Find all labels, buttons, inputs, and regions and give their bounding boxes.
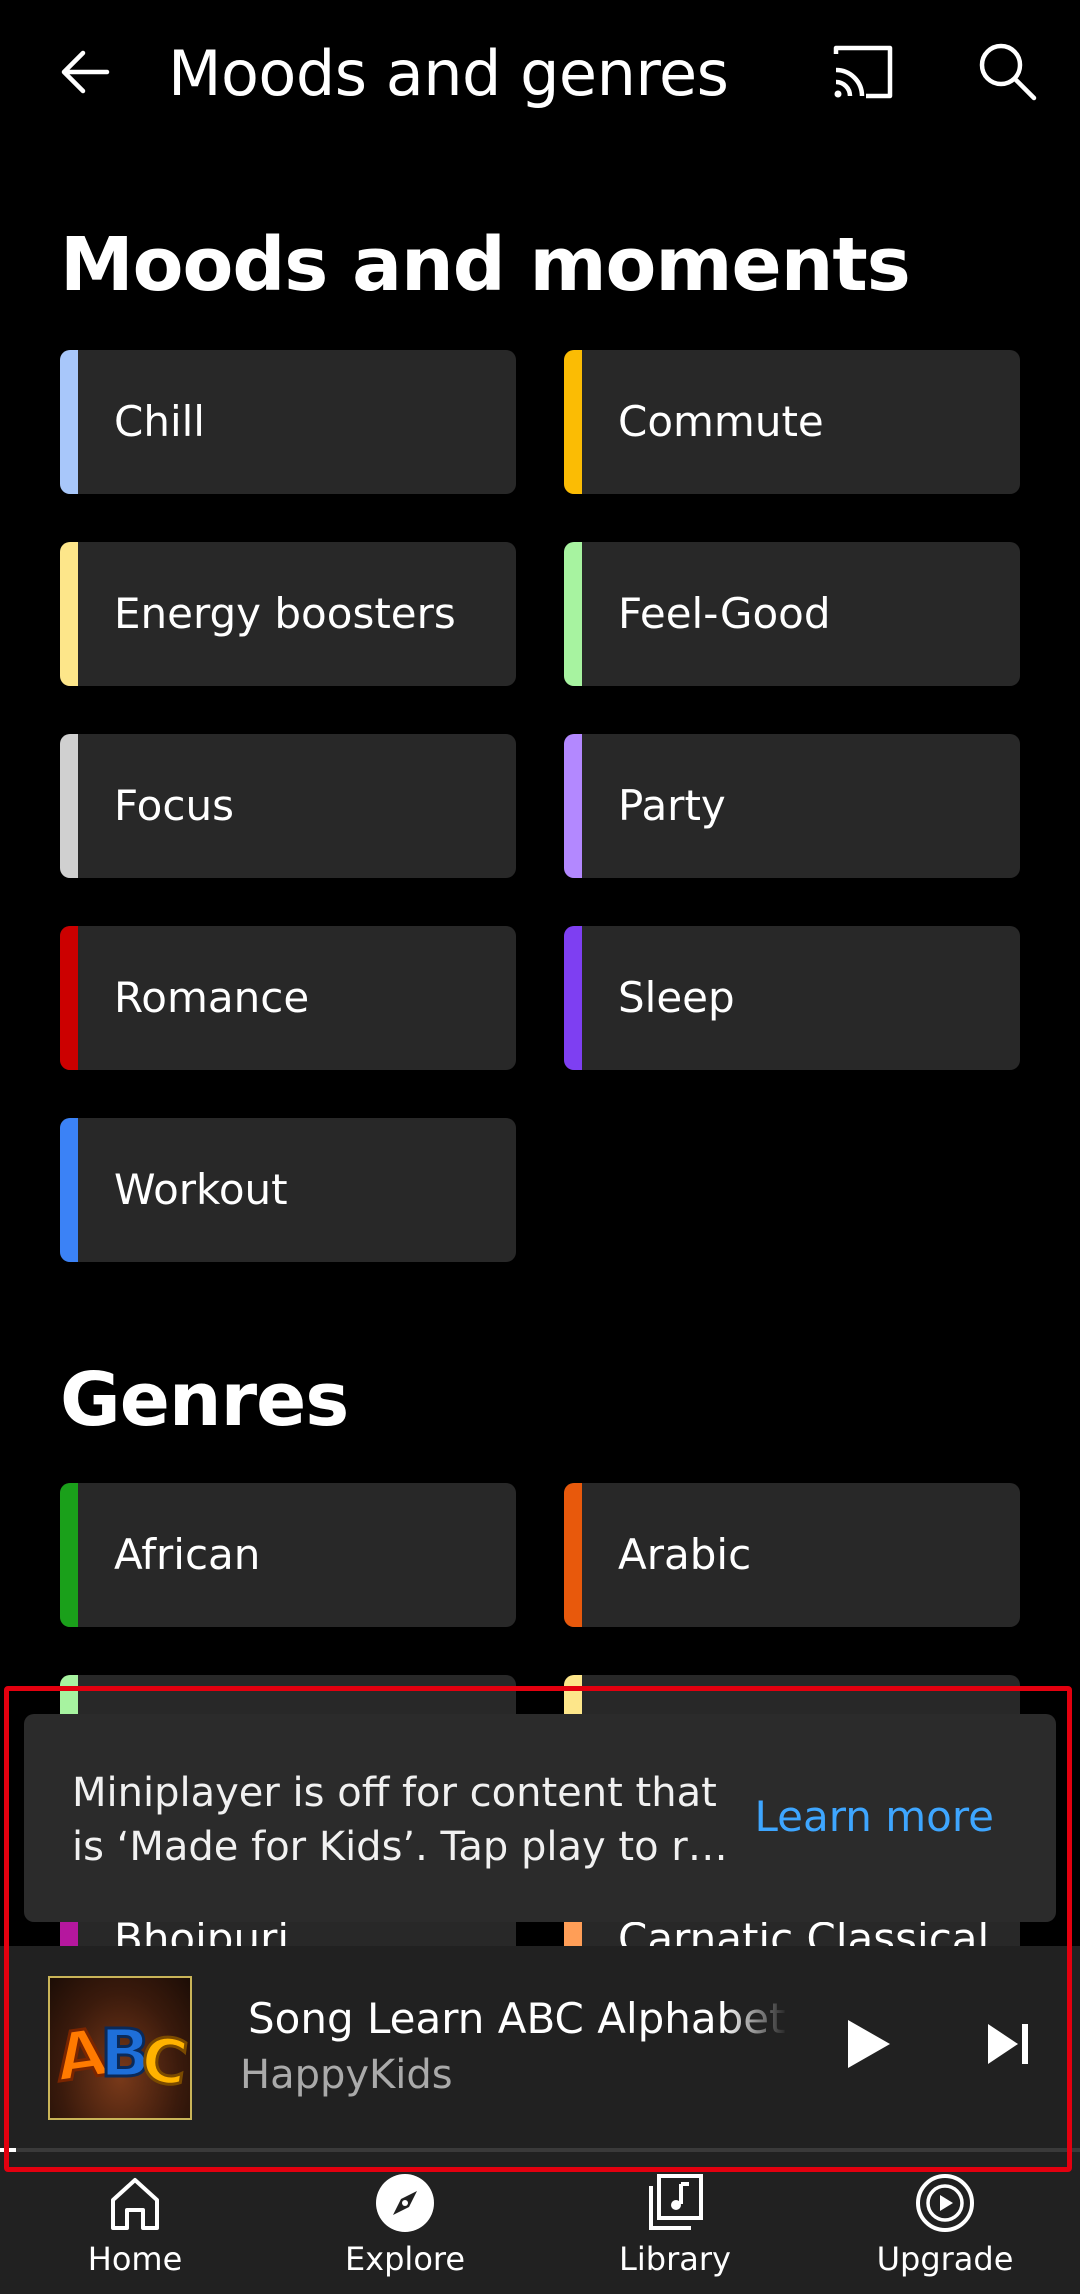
toast-message: Miniplayer is off for content that is ‘M… xyxy=(72,1766,732,1874)
tile-color-bar xyxy=(60,734,78,878)
app-bar: Moods and genres xyxy=(0,0,1080,150)
tile-color-bar xyxy=(60,1483,78,1627)
tile-color-bar xyxy=(564,926,582,1070)
genres-section-heading: Genres xyxy=(60,1357,349,1443)
nav-library-label: Library xyxy=(619,2240,731,2278)
nav-explore-label: Explore xyxy=(344,2240,466,2278)
nav-home-label: Home xyxy=(87,2240,183,2278)
play-icon[interactable] xyxy=(842,2016,894,2072)
page-title: Moods and genres xyxy=(168,37,729,110)
miniplayer-off-toast: Miniplayer is off for content that is ‘M… xyxy=(24,1714,1056,1922)
genre-tile-african[interactable]: African xyxy=(60,1483,516,1627)
tile-label: Romance xyxy=(114,973,310,1022)
skip-next-icon[interactable] xyxy=(984,2020,1034,2068)
tile-label: Commute xyxy=(618,397,824,446)
tile-label: Arabic xyxy=(618,1530,752,1579)
tile-label: African xyxy=(114,1530,261,1579)
tile-color-bar xyxy=(564,542,582,686)
tile-label: Workout xyxy=(114,1165,288,1214)
nav-upgrade-label: Upgrade xyxy=(876,2240,1014,2278)
toast-message-line2: is ‘Made for Kids’. Tap play to r… xyxy=(72,1824,728,1870)
nav-library[interactable]: Library xyxy=(540,2152,810,2294)
home-icon xyxy=(111,2178,159,2230)
mood-tile-workout[interactable]: Workout xyxy=(60,1118,516,1262)
bottom-navigation: Home Explore Library Upgrade xyxy=(0,2152,1080,2294)
tile-color-bar xyxy=(60,350,78,494)
tile-color-bar xyxy=(60,542,78,686)
mood-tile-feel-good[interactable]: Feel-Good xyxy=(564,542,1020,686)
tile-label: Focus xyxy=(114,781,234,830)
tile-label: Chill xyxy=(114,397,205,446)
tile-label: Sleep xyxy=(618,973,735,1022)
mood-tile-commute[interactable]: Commute xyxy=(564,350,1020,494)
learn-more-link[interactable]: Learn more xyxy=(754,1792,994,1841)
nav-home[interactable]: Home xyxy=(0,2152,270,2294)
tile-label: Energy boosters xyxy=(114,589,456,638)
tile-color-bar xyxy=(60,926,78,1070)
tile-color-bar xyxy=(564,350,582,494)
tile-color-bar xyxy=(564,734,582,878)
back-arrow-icon[interactable] xyxy=(55,42,115,102)
abc-thumbnail-art: A B C xyxy=(50,2012,190,2102)
mood-tile-romance[interactable]: Romance xyxy=(60,926,516,1070)
moods-section-heading: Moods and moments xyxy=(60,222,911,308)
artist-name: HappyKids xyxy=(240,2052,453,2098)
explore-icon xyxy=(376,2174,434,2232)
mood-tile-party[interactable]: Party xyxy=(564,734,1020,878)
mood-tile-sleep[interactable]: Sleep xyxy=(564,926,1020,1070)
tile-color-bar xyxy=(564,1483,582,1627)
search-icon[interactable] xyxy=(976,40,1038,102)
genre-tile-arabic[interactable]: Arabic xyxy=(564,1483,1020,1627)
upgrade-icon xyxy=(916,2174,974,2232)
tile-label: Feel-Good xyxy=(618,589,831,638)
mood-tile-energy-boosters[interactable]: Energy boosters xyxy=(60,542,516,686)
toast-message-line1: Miniplayer is off for content that xyxy=(72,1770,717,1816)
song-thumbnail: A B C xyxy=(48,1976,192,2120)
tile-color-bar xyxy=(60,1118,78,1262)
nav-upgrade[interactable]: Upgrade xyxy=(810,2152,1080,2294)
cast-icon[interactable] xyxy=(830,40,896,106)
svg-text:C: C xyxy=(137,2022,190,2101)
nav-explore[interactable]: Explore xyxy=(270,2152,540,2294)
song-title: Song Learn ABC Alphabet for Children xyxy=(248,1994,788,2043)
tile-label: Party xyxy=(618,781,726,830)
mini-player[interactable]: A B C Song Learn ABC Alphabet for Childr… xyxy=(0,1946,1080,2152)
mood-tile-focus[interactable]: Focus xyxy=(60,734,516,878)
mood-tile-chill[interactable]: Chill xyxy=(60,350,516,494)
library-icon xyxy=(649,2174,703,2230)
